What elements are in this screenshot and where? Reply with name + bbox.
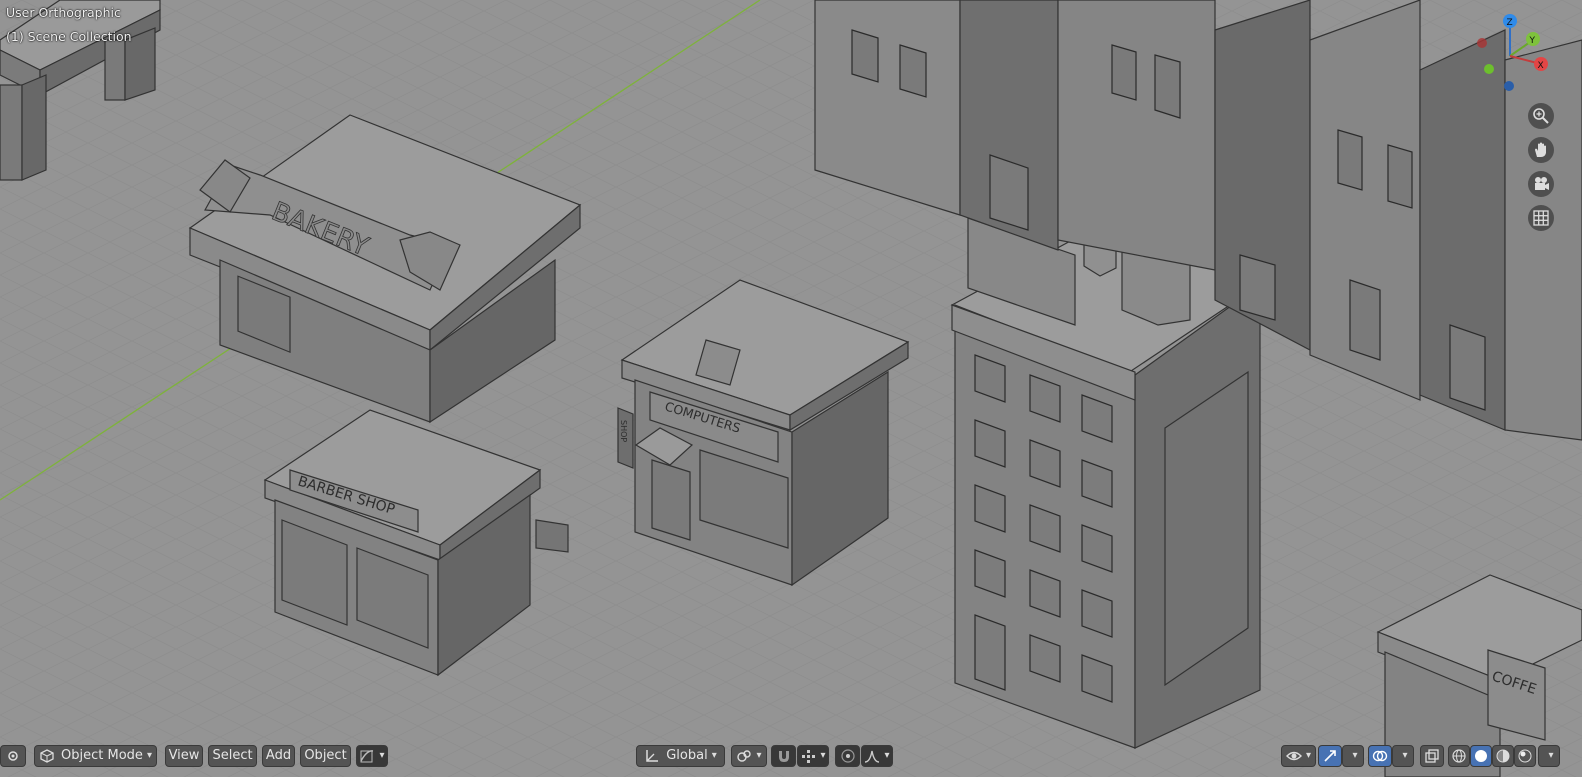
- chevron-down-icon: ▾: [820, 750, 826, 761]
- shading-dropdown[interactable]: ▾: [1538, 745, 1560, 767]
- gizmo-z-label: Z: [1507, 18, 1513, 28]
- gizmo-neg-x[interactable]: [1477, 38, 1487, 48]
- visibility-dropdown[interactable]: ▾: [1281, 745, 1316, 767]
- pivot-point-dropdown[interactable]: ▾: [731, 745, 767, 767]
- menu-object[interactable]: Object: [300, 745, 351, 767]
- hand-pan-icon: [1535, 142, 1546, 157]
- material-shading-button[interactable]: [1492, 745, 1514, 767]
- orientation-label: Global: [666, 748, 708, 763]
- shop-vertical-sign: SHOP: [619, 420, 628, 442]
- gizmo-neg-z[interactable]: [1504, 81, 1514, 91]
- snap-increment-icon: [802, 750, 816, 763]
- navigation-gizmo[interactable]: Z Y X: [1455, 8, 1565, 103]
- object-mode-icon: [40, 749, 54, 763]
- gesture-dropdown[interactable]: ▾: [356, 745, 388, 767]
- visibility-icon: [1285, 751, 1302, 761]
- overlay-toggle[interactable]: [1368, 745, 1392, 767]
- grid-ortho-icon: [1533, 210, 1549, 226]
- gesture-icon: [360, 750, 374, 763]
- snap-target-dropdown[interactable]: ▾: [797, 745, 829, 767]
- transform-orientation-icon: [646, 750, 659, 762]
- mode-label: Object Mode: [61, 748, 143, 763]
- solid-shading-icon: [1475, 750, 1487, 762]
- chevron-down-icon: ▾: [711, 750, 717, 761]
- zoom-button[interactable]: [1528, 103, 1554, 129]
- gizmo-y-label: Y: [1529, 36, 1536, 46]
- scene-render[interactable]: BAKERY BARBER SHOP COMPUTERS SHOP COFFE: [0, 0, 1582, 777]
- collection-label: (1) Scene Collection: [6, 29, 132, 44]
- camera-view-button[interactable]: [1528, 171, 1554, 197]
- chevron-down-icon: ▾: [146, 750, 152, 761]
- falloff-curve-icon: [865, 750, 880, 763]
- chevron-down-icon: ▾: [884, 750, 890, 761]
- gizmo-toggle[interactable]: [1318, 745, 1342, 767]
- chevron-down-icon: ▾: [1305, 750, 1312, 761]
- snap-icon: [778, 751, 789, 762]
- menu-view[interactable]: View: [165, 745, 203, 767]
- mode-dropdown[interactable]: Object Mode ▾: [34, 745, 157, 767]
- view-name-label: User Orthographic: [6, 5, 121, 20]
- pan-button[interactable]: [1528, 137, 1554, 163]
- material-shading-icon: [1496, 749, 1510, 763]
- camera-icon: [1535, 177, 1549, 190]
- transform-orientation-dropdown[interactable]: Global ▾: [636, 745, 725, 767]
- proportional-edit-toggle[interactable]: [835, 745, 860, 767]
- gizmo-x-label: X: [1538, 61, 1544, 71]
- gizmo-toggle-icon: [1324, 750, 1336, 762]
- chevron-down-icon: ▾: [1352, 750, 1358, 761]
- xray-icon: [1425, 749, 1439, 763]
- xray-toggle[interactable]: [1420, 745, 1444, 767]
- rendered-shading-icon: [1518, 749, 1532, 763]
- chevron-down-icon: ▾: [1402, 750, 1408, 761]
- gizmo-neg-y[interactable]: [1484, 64, 1494, 74]
- wireframe-shading-icon: [1452, 749, 1466, 763]
- solid-shading-button[interactable]: [1470, 745, 1492, 767]
- chevron-down-icon: ▾: [379, 750, 385, 761]
- chevron-down-icon: ▾: [756, 750, 762, 761]
- menu-add[interactable]: Add: [262, 745, 295, 767]
- editor-type-icon: [8, 751, 18, 761]
- wireframe-shading-button[interactable]: [1448, 745, 1470, 767]
- overlay-dropdown[interactable]: ▾: [1392, 745, 1414, 767]
- zoom-icon: [1533, 108, 1549, 124]
- editor-type-button[interactable]: [0, 745, 26, 767]
- gizmo-dropdown[interactable]: ▾: [1342, 745, 1364, 767]
- rendered-shading-button[interactable]: [1514, 745, 1536, 767]
- menu-select[interactable]: Select: [208, 745, 257, 767]
- 3d-viewport[interactable]: BAKERY BARBER SHOP COMPUTERS SHOP COFFE …: [0, 0, 1582, 777]
- proportional-edit-icon: [840, 749, 855, 763]
- snap-toggle[interactable]: [771, 745, 796, 767]
- pivot-icon: [737, 750, 752, 762]
- ortho-toggle-button[interactable]: [1528, 205, 1554, 231]
- apartment-tower: [950, 217, 1262, 749]
- chevron-down-icon: ▾: [1548, 750, 1554, 761]
- overlay-icon: [1372, 750, 1388, 762]
- proportional-falloff-dropdown[interactable]: ▾: [861, 745, 893, 767]
